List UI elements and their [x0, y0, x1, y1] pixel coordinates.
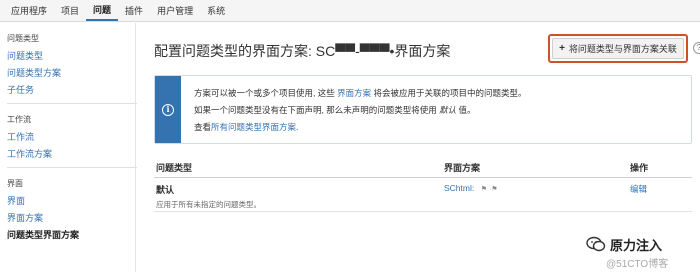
info-text-segment: 查看 [194, 122, 212, 132]
watermark: 原力注入 @51CTO博客 [586, 232, 696, 270]
edit-link[interactable]: 编辑 [630, 184, 647, 194]
plus-icon: + [559, 43, 565, 54]
associate-button-inner: + 将问题类型与界面方案关联 [552, 38, 684, 59]
sidebar-heading: 问题类型 [7, 34, 39, 43]
sidebar-item-issue-type-screen-schemes[interactable]: 问题类型界面方案 [7, 227, 135, 244]
default-emphasis: 默认 [439, 105, 457, 115]
sidebar-item-workflow-schemes[interactable]: 工作流方案 [7, 146, 135, 163]
help-icon[interactable]: ? [693, 42, 700, 54]
associate-issue-type-button[interactable]: + 将问题类型与界面方案关联 [548, 34, 688, 63]
sidebar-item-issue-types[interactable]: 问题类型 [7, 48, 135, 65]
info-text: 方案可以被一个或多个项目使用, 这些 界面方案 将会被应用于关联的项目中的问题类… [194, 85, 527, 136]
info-line-1: 方案可以被一个或多个项目使用, 这些 界面方案 将会被应用于关联的项目中的问题类… [194, 85, 527, 102]
row-issue-type-desc: 应用于所有未指定的问题类型。 [156, 200, 261, 209]
info-line-3: 查看所有问题类型界面方案. [194, 119, 527, 136]
flag-icon: ⚑ ·⚑ [480, 186, 498, 193]
info-icon: i [162, 103, 174, 116]
all-issue-type-screen-schemes-link[interactable]: 所有问题类型界面方案 [211, 122, 296, 132]
info-line-2: 如果一个问题类型没有在下面声明, 那么未声明的问题类型将使用 默认 值。 [194, 102, 527, 119]
column-header-issue-type: 问题类型 [156, 163, 193, 173]
table-row: 默认 应用于所有未指定的问题类型。 SChtml: ⚑ ·⚑ 编辑 [154, 178, 692, 212]
info-text-segment: . [296, 122, 299, 132]
column-header-screen-scheme: 界面方案 [444, 163, 481, 173]
screen-schemes-link[interactable]: 界面方案 [337, 88, 371, 98]
table-header: 问题类型 界面方案 操作 [154, 158, 692, 178]
page-title: 配置问题类型的界面方案: SC▀▀-▀▀▀•界面方案 [154, 43, 451, 59]
sidebar-item-issue-type-schemes[interactable]: 问题类型方案 [7, 65, 135, 82]
row-screen-scheme-link[interactable]: SChtml: [444, 183, 474, 193]
nav-system[interactable]: 系统 [200, 0, 232, 21]
sidebar-item-workflows[interactable]: 工作流 [7, 129, 135, 146]
watermark-name: 原力注入 [610, 238, 663, 253]
info-text-segment: 如果一个问题类型没有在下面声明, 那么未声明的问题类型将使用 [194, 105, 437, 115]
column-header-actions: 操作 [630, 163, 649, 173]
info-text-segment: 方案可以被一个或多个项目使用, 这些 [194, 88, 335, 98]
sidebar-heading: 工作流 [7, 115, 31, 124]
row-action-cell: 编辑 [630, 183, 692, 211]
sidebar-section-screens: 界面 界面 界面方案 问题类型界面方案 [0, 178, 135, 244]
info-text-segment: 值。 [458, 105, 476, 115]
sidebar-divider [7, 103, 137, 104]
sidebar-heading: 界面 [7, 179, 23, 188]
info-text-segment: 将会被应用于关联的项目中的问题类型。 [373, 88, 527, 98]
info-bar: i [155, 76, 181, 143]
nav-user-management[interactable]: 用户管理 [150, 0, 200, 21]
sidebar-item-subtasks[interactable]: 子任务 [7, 82, 135, 99]
wechat-logo-icon [586, 236, 606, 252]
nav-applications[interactable]: 应用程序 [4, 0, 54, 21]
sidebar-section-issue-types: 问题类型 问题类型 问题类型方案 子任务 [0, 33, 137, 104]
nav-projects[interactable]: 项目 [54, 0, 86, 21]
watermark-sub: @51CTO博客 [606, 259, 669, 270]
nav-issues[interactable]: 问题 [86, 0, 119, 21]
top-nav: 应用程序 项目 问题 插件 用户管理 系统 [0, 0, 700, 22]
info-message: i 方案可以被一个或多个项目使用, 这些 界面方案 将会被应用于关联的项目中的问… [154, 75, 692, 144]
sidebar-item-screen-schemes[interactable]: 界面方案 [7, 210, 135, 227]
sidebar-item-screens[interactable]: 界面 [7, 193, 135, 210]
sidebar: 问题类型 问题类型 问题类型方案 子任务 工作流 工作流 工作流方案 界面 界面… [0, 23, 137, 272]
scheme-table: 问题类型 界面方案 操作 默认 应用于所有未指定的问题类型。 SChtml: ⚑… [154, 158, 692, 212]
row-scheme-cell: SChtml: ⚑ ·⚑ [444, 183, 630, 211]
associate-button-label: 将问题类型与界面方案关联 [568, 44, 677, 54]
row-issue-type-cell: 默认 应用于所有未指定的问题类型。 [154, 183, 444, 211]
sidebar-section-workflows: 工作流 工作流 工作流方案 [0, 114, 137, 168]
sidebar-divider [7, 167, 137, 168]
nav-plugins[interactable]: 插件 [118, 0, 150, 21]
row-issue-type-name: 默认 [156, 185, 175, 195]
